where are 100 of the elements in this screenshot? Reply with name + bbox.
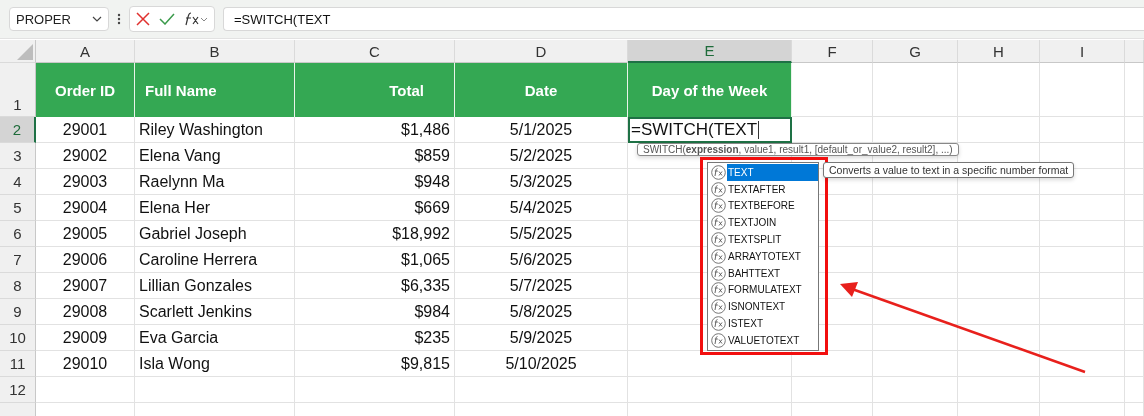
autocomplete-item[interactable]: VALUETOTEXT [727,331,818,349]
table-cell: 29003 [36,169,135,195]
table-cell [1125,63,1144,117]
name-box[interactable]: PROPER [9,7,109,31]
table-cell: Caroline Herrera [135,247,295,273]
table-cell: 5/8/2025 [455,299,628,325]
cancel-icon[interactable] [136,12,150,26]
table-cell [1125,169,1144,195]
function-icon [711,265,726,281]
table-cell: 5/4/2025 [455,195,628,221]
table-cell: 5/10/2025 [455,351,628,377]
table-cell [1125,377,1144,403]
table-cell: 29001 [36,117,135,143]
row-number[interactable]: 8 [0,273,36,299]
table-cell: $1,486 [295,117,455,143]
table-cell: $235 [295,325,455,351]
table-cell: 29006 [36,247,135,273]
table-cell: 29008 [36,299,135,325]
function-icon [711,282,726,298]
more-options-icon[interactable] [117,13,121,25]
table-cell: 5/1/2025 [455,117,628,143]
column-header[interactable]: G [873,40,958,63]
autocomplete-item[interactable]: BAHTTEXT [727,264,818,282]
function-icon[interactable] [184,12,208,26]
table-cell: $859 [295,143,455,169]
row-number[interactable]: 4 [0,169,36,195]
function-icon [711,248,726,264]
table-cell: 5/9/2025 [455,325,628,351]
row-number[interactable]: 7 [0,247,36,273]
table-cell: Raelynn Ma [135,169,295,195]
row-number[interactable]: 9 [0,299,36,325]
column-header[interactable]: I [1040,40,1125,63]
syntax-tooltip: SWITCH(expression, value1, result1, [default_or_value2, result2], ...) [637,143,959,156]
table-cell [1125,351,1144,377]
header-cell: Order ID [36,63,135,117]
autocomplete-item[interactable]: TEXTAFTER [727,180,818,198]
row-number[interactable]: 10 [0,325,36,351]
row-number[interactable]: 1 [0,63,36,117]
chevron-down-icon [92,16,102,22]
autocomplete-item[interactable]: TEXT [727,164,818,181]
table-cell: $18,992 [295,221,455,247]
table-cell: Isla Wong [135,351,295,377]
table-cell [1125,221,1144,247]
column-header[interactable]: E [628,40,792,63]
autocomplete-item[interactable]: TEXTJOIN [727,214,818,232]
table-cell: Riley Washington [135,117,295,143]
autocomplete-item[interactable]: FORMULATEXT [727,281,818,299]
table-cell [1125,117,1144,143]
row-number[interactable]: 6 [0,221,36,247]
table-cell: 29009 [36,325,135,351]
autocomplete-item[interactable]: ISTEXT [727,315,818,332]
table-cell [1125,143,1144,169]
function-icon [711,332,726,348]
formula-field[interactable]: =SWITCH(TEXT [223,7,1144,31]
row-number[interactable]: 11 [0,351,36,377]
table-cell: $984 [295,299,455,325]
row-number[interactable]: 5 [0,195,36,221]
function-icon [711,198,726,214]
table-cell: Lillian Gonzales [135,273,295,299]
row-number[interactable]: 3 [0,143,36,169]
row-number[interactable]: 2 [0,117,36,143]
table-cell: $669 [295,195,455,221]
table-cell: $1,065 [295,247,455,273]
row-number[interactable]: 12 [0,377,36,403]
table-cell: 29007 [36,273,135,299]
active-cell[interactable]: =SWITCH(TEXT [628,117,792,143]
header-cell: Total [295,63,455,117]
column-header[interactable]: H [958,40,1040,63]
function-icon [711,232,726,248]
table-cell: 29010 [36,351,135,377]
function-icon [711,181,726,197]
table-cell [1125,299,1144,325]
check-icon[interactable] [159,13,175,25]
table-cell: 5/2/2025 [455,143,628,169]
table-cell: Gabriel Joseph [135,221,295,247]
function-icon [711,215,726,231]
column-header[interactable]: F [792,40,873,63]
table-cell [1125,273,1144,299]
table-cell [1125,325,1144,351]
table-cell: 5/3/2025 [455,169,628,195]
table-cell: 29005 [36,221,135,247]
table-cell: 5/5/2025 [455,221,628,247]
table-cell: $948 [295,169,455,195]
autocomplete-item[interactable]: ISNONTEXT [727,298,818,316]
header-cell: Date [455,63,628,117]
autocomplete-item[interactable]: ARRAYTOTEXT [727,248,818,265]
header-cell: Day of the Week [628,63,792,117]
table-cell: $9,815 [295,351,455,377]
table-cell [1125,247,1144,273]
autocomplete-item[interactable]: TEXTSPLIT [727,231,818,248]
table-cell: 5/7/2025 [455,273,628,299]
description-tooltip: Converts a value to text in a specific number format [823,162,1075,178]
function-icon [711,316,726,332]
table-cell: Scarlett Jenkins [135,299,295,325]
table-cell: 29004 [36,195,135,221]
table-cell: Elena Vang [135,143,295,169]
table-cell: $6,335 [295,273,455,299]
header-cell: Full Name [135,63,295,117]
function-icon [711,299,726,315]
autocomplete-item[interactable]: TEXTBEFORE [727,197,818,215]
